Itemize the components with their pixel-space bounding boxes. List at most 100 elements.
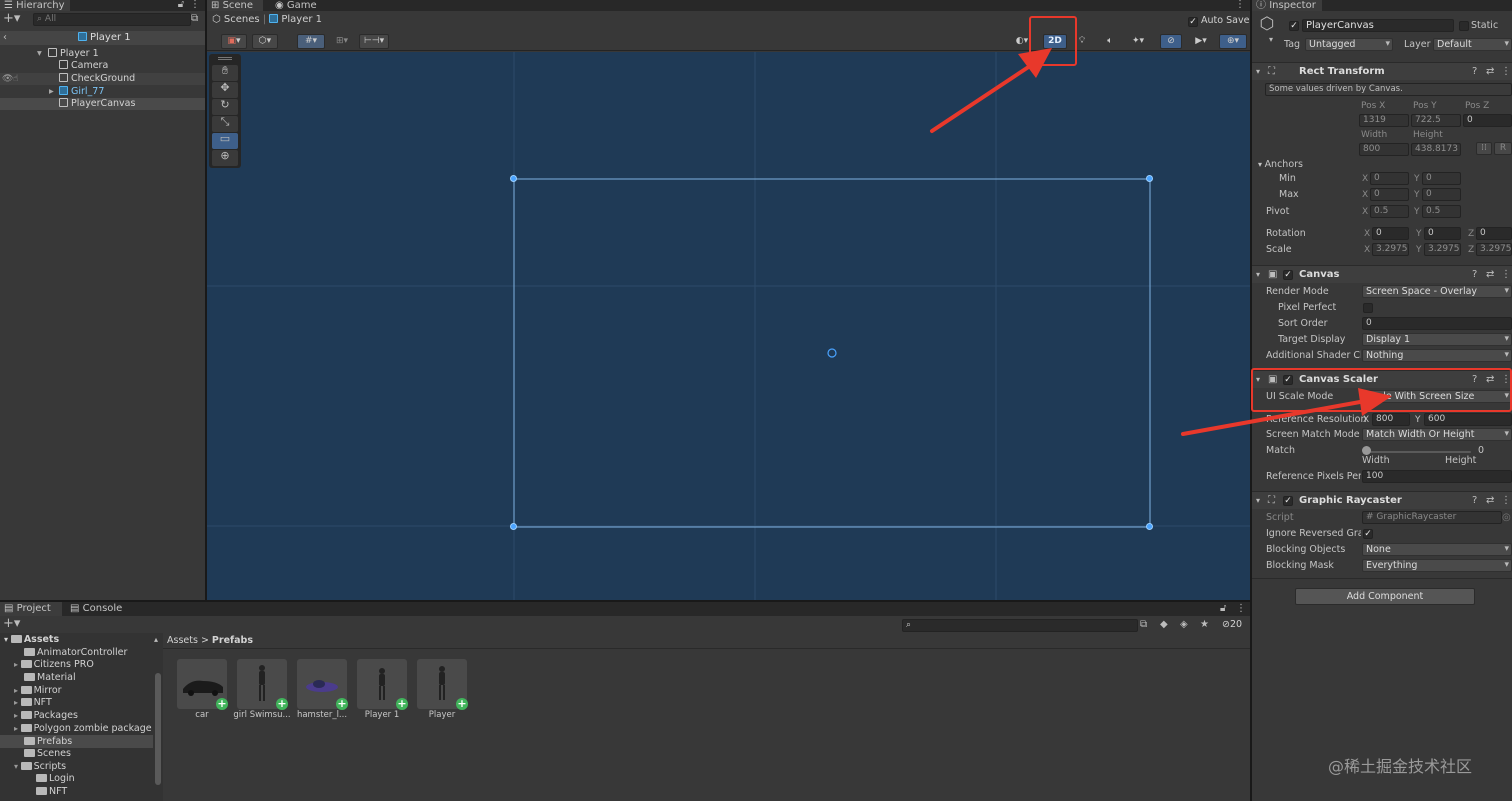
snap-button[interactable]: ⊞▾ <box>329 34 355 49</box>
graphic-raycaster-header[interactable]: ▾ ⛶ ✓ Graphic Raycaster ? ⇄ ⋮ <box>1252 491 1512 509</box>
raycaster-enabled-checkbox[interactable]: ✓ <box>1283 496 1293 506</box>
shader-channels-dropdown[interactable]: Nothing <box>1362 349 1512 362</box>
asset-car[interactable]: + <box>177 659 228 710</box>
breadcrumb-player1[interactable]: Player 1 <box>281 14 322 25</box>
kebab-menu-icon[interactable]: ⋮ <box>190 0 200 11</box>
tree-item-polygon-zombie[interactable]: ▸ Polygon zombie package <box>14 723 163 735</box>
help-icon[interactable]: ? <box>1472 269 1477 281</box>
rot-y-field[interactable]: 0 <box>1424 227 1461 240</box>
asset-player[interactable]: + <box>417 659 468 710</box>
presets-icon[interactable]: ⇄ <box>1486 66 1494 78</box>
hierarchy-item-girl77[interactable]: ▸ Girl_77 <box>0 86 205 98</box>
screen-match-mode-dropdown[interactable]: Match Width Or Height <box>1362 428 1512 441</box>
hidden-packages-count[interactable]: ⊘20 <box>1222 619 1242 631</box>
help-icon[interactable]: ? <box>1472 66 1477 78</box>
icon-dropdown-arrow[interactable]: ▾ <box>1269 34 1273 46</box>
transform-tool-icon[interactable]: ⊕ <box>212 150 238 166</box>
reference-ppu-field[interactable]: 100 <box>1362 470 1512 483</box>
tree-item-scripts[interactable]: ▾ Scripts <box>14 761 163 773</box>
add-icon[interactable]: +▾ <box>3 12 20 25</box>
tab-project[interactable]: ▤ Project <box>0 602 62 616</box>
search-by-type-icon[interactable]: ⧉ <box>1140 619 1147 631</box>
rot-x-field[interactable]: 0 <box>1372 227 1409 240</box>
raw-edit-button[interactable]: R <box>1494 142 1512 155</box>
hierarchy-item-player1[interactable]: ▾ Player 1 <box>0 48 205 60</box>
asset-player1[interactable]: + <box>357 659 408 710</box>
tree-item-animatorcontroller[interactable]: AnimatorController <box>24 647 163 659</box>
presets-icon[interactable]: ⇄ <box>1486 495 1494 507</box>
kebab-menu-icon[interactable]: ⋮ <box>1235 0 1245 11</box>
auto-save-toggle[interactable]: ✓ Auto Save <box>1188 15 1249 27</box>
tag-icon[interactable]: ◈ <box>1180 619 1188 631</box>
lock-icon[interactable]: 🔓︎ <box>176 0 186 11</box>
anchors-label[interactable]: ▾ Anchors <box>1258 159 1303 171</box>
tree-item-assets[interactable]: ▾ Assets <box>4 634 162 646</box>
rot-z-field[interactable]: 0 <box>1476 227 1512 240</box>
tab-console[interactable]: ▤ Console <box>66 602 136 616</box>
active-checkbox[interactable]: ✓ <box>1289 21 1299 31</box>
move-tool-icon[interactable]: ✥ <box>212 82 238 98</box>
add-component-button[interactable]: Add Component <box>1295 588 1475 605</box>
tree-item-mirror[interactable]: ▸ Mirror <box>14 685 163 697</box>
help-icon[interactable]: ? <box>1472 495 1477 507</box>
tree-collapse-arrow-icon[interactable]: ▴ <box>154 634 158 646</box>
tree-scrollbar[interactable] <box>155 673 161 785</box>
tree-item-nft[interactable]: ▸ NFT <box>14 697 163 709</box>
match-slider-thumb[interactable] <box>1362 446 1371 455</box>
component-menu-icon[interactable]: ⋮ <box>1501 495 1511 507</box>
search-filter-icon[interactable]: ⧉ <box>191 13 198 25</box>
shading-mode-button[interactable]: ▣▾ <box>221 34 247 49</box>
match-slider-track[interactable] <box>1366 451 1471 453</box>
ignore-reversed-checkbox[interactable]: ✓ <box>1363 529 1373 539</box>
tree-item-packages[interactable]: ▸ Packages <box>14 710 163 722</box>
component-menu-icon[interactable]: ⋮ <box>1501 269 1511 281</box>
pickable-hand-icon[interactable]: ☝︎ <box>13 73 18 85</box>
match-value[interactable]: 0 <box>1478 445 1484 457</box>
asset-girl-swimsuit[interactable]: + <box>237 659 288 710</box>
palette-grip[interactable] <box>218 57 232 60</box>
rotate-tool-icon[interactable]: ↻ <box>212 99 238 115</box>
rect-transform-header[interactable]: ▾ ⛶ Rect Transform ? ⇄ ⋮ <box>1252 62 1512 80</box>
tree-item-prefabs[interactable]: Prefabs <box>24 736 163 748</box>
static-checkbox[interactable] <box>1459 21 1469 31</box>
back-chevron-icon[interactable]: ‹ <box>3 32 7 44</box>
scene-viewport[interactable]: ✋︎ ✥ ↻ ⤡ ▭ ⊕ <box>207 52 1250 600</box>
blueprint-mode-button[interactable]: ⁞⁞ <box>1476 142 1492 155</box>
tree-item-citizens-pro[interactable]: ▸ Citizens PRO <box>14 659 163 671</box>
rect-tool-icon[interactable]: ▭ <box>212 133 238 149</box>
camera-settings-button[interactable]: ▶︎▾ <box>1187 34 1215 49</box>
lock-icon[interactable]: 🔓︎ <box>1220 603 1226 615</box>
sort-order-field[interactable]: 0 <box>1362 317 1512 330</box>
search-by-label-icon[interactable]: ◆ <box>1160 619 1168 631</box>
render-mode-dropdown[interactable]: Screen Space - Overlay <box>1362 285 1512 298</box>
pixel-perfect-checkbox[interactable] <box>1363 303 1373 313</box>
rect-handle-top-left[interactable] <box>510 175 517 182</box>
favorite-star-icon[interactable]: ★ <box>1200 619 1209 631</box>
path-prefabs[interactable]: Prefabs <box>212 635 253 646</box>
hierarchy-search-input[interactable]: ⌕ All <box>33 13 191 26</box>
tree-item-scenes[interactable]: Scenes <box>24 748 163 760</box>
hand-tool-icon[interactable]: ✋︎ <box>212 65 238 81</box>
reference-resolution-x-field[interactable]: 800 <box>1372 413 1410 426</box>
tab-game[interactable]: ◉ Game <box>271 0 321 11</box>
tab-scene[interactable]: ⊞ Scene <box>207 0 263 11</box>
auto-save-checkbox[interactable]: ✓ <box>1188 17 1198 27</box>
object-name-field[interactable]: PlayerCanvas <box>1302 19 1454 32</box>
asset-hamster[interactable]: + <box>297 659 348 710</box>
pos-z-field[interactable]: 0 <box>1463 114 1512 127</box>
canvas-header[interactable]: ▾ ▣ ✓ Canvas ? ⇄ ⋮ <box>1252 265 1512 283</box>
grid-toggle-button[interactable]: #▾ <box>297 34 325 49</box>
create-add-icon[interactable]: +▾ <box>3 617 20 630</box>
layer-dropdown[interactable]: Default <box>1433 38 1512 51</box>
blocking-mask-dropdown[interactable]: Everything <box>1362 559 1512 572</box>
tree-item-material[interactable]: Material <box>24 672 163 684</box>
rect-handle-bottom-right[interactable] <box>1146 523 1153 530</box>
tab-inspector[interactable]: ⓘ Inspector <box>1252 0 1322 11</box>
reference-resolution-y-field[interactable]: 600 <box>1424 413 1512 426</box>
tag-dropdown[interactable]: Untagged <box>1305 38 1393 51</box>
hierarchy-item-playercanvas[interactable]: PlayerCanvas <box>0 98 205 110</box>
target-display-dropdown[interactable]: Display 1 <box>1362 333 1512 346</box>
rect-handle-top-right[interactable] <box>1146 175 1153 182</box>
hierarchy-item-camera[interactable]: Camera <box>0 60 205 72</box>
increment-snap-button[interactable]: ⊢⊣▾ <box>359 34 389 49</box>
